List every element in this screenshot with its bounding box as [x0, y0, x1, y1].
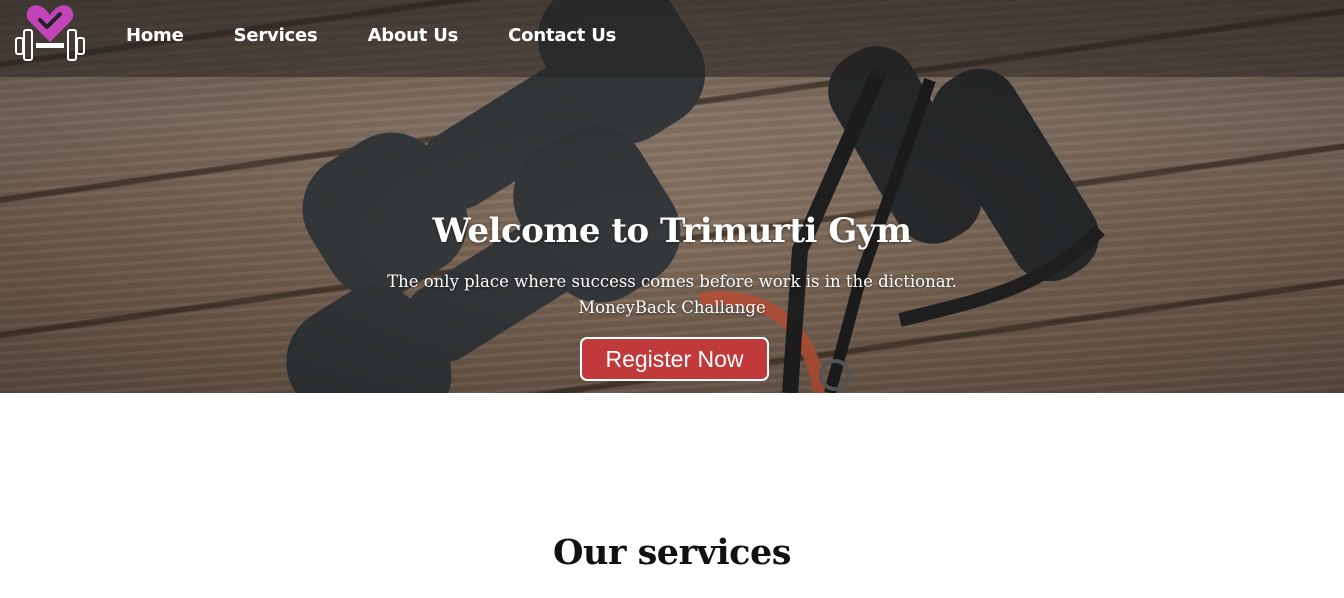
top-navbar: Home Services About Us Contact Us: [0, 0, 1344, 77]
heart-dumbbell-icon[interactable]: [12, 2, 88, 64]
register-now-button[interactable]: Register Now: [580, 337, 769, 381]
hero-title: Welcome to Trimurti Gym: [432, 211, 913, 251]
hero-subtitle: The only place where success comes befor…: [0, 269, 1344, 321]
hero-subtitle-line2: MoneyBack Challange: [578, 298, 766, 317]
services-heading: Our services: [553, 532, 791, 573]
hero-subtitle-line1: The only place where success comes befor…: [387, 272, 957, 291]
hero-content: Welcome to Trimurti Gym The only place w…: [0, 205, 1344, 321]
nav-links: Home Services About Us Contact Us: [126, 24, 666, 48]
nav-home[interactable]: Home: [126, 24, 184, 48]
nav-contact-us[interactable]: Contact Us: [508, 24, 616, 48]
nav-services[interactable]: Services: [234, 24, 318, 48]
nav-about-us[interactable]: About Us: [368, 24, 459, 48]
